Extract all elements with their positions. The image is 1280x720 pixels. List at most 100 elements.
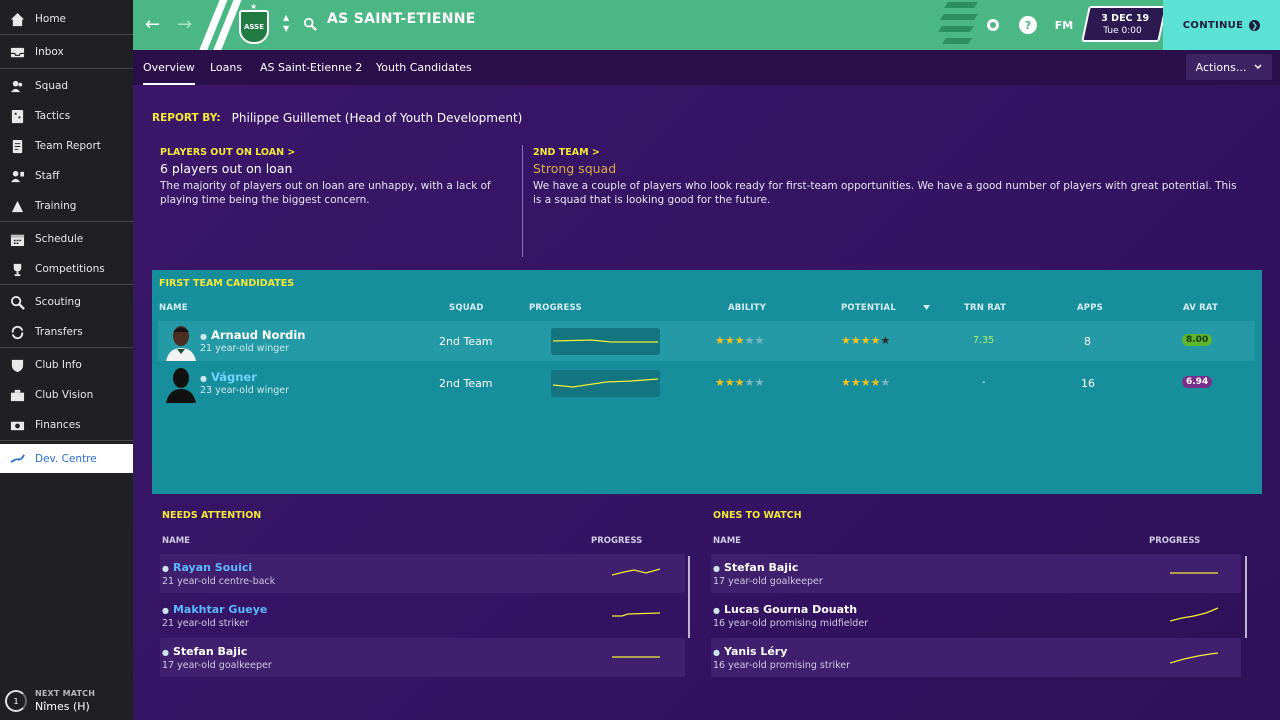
transfer-icon [9, 324, 25, 340]
column-header-apps[interactable]: APPS [1077, 303, 1103, 313]
person-icon: ● [162, 564, 169, 573]
column-header-progress[interactable]: PROGRESS [529, 303, 582, 313]
player-description: 21 year-old centre-back [162, 576, 276, 587]
list-item[interactable]: ● Stefan Bajic 17 year-old goalkeeper [160, 638, 685, 677]
player-description: 17 year-old goalkeeper [162, 660, 272, 671]
table-row[interactable]: ● Vágner 23 year-old winger 2nd Team ★★★★… [158, 363, 1255, 403]
sidebar-item-dev-centre[interactable]: Dev. Centre [0, 444, 133, 473]
sidebar-item-club-info[interactable]: Club Info [0, 351, 133, 379]
column-header-trn-rat[interactable]: TRN RAT [964, 303, 1006, 313]
second-team-link[interactable]: 2ND TEAM > [533, 147, 1245, 158]
player-name[interactable]: ● Yanis Léry [713, 645, 787, 658]
person-icon: ● [200, 332, 207, 341]
club-switch-arrows-icon[interactable]: ▲ ▼ [283, 12, 289, 34]
sidebar-item-squad[interactable]: Squad [0, 72, 133, 100]
player-name[interactable]: ● Stefan Bajic [713, 561, 798, 574]
sidebar-item-finances[interactable]: Finances [0, 411, 133, 439]
sidebar-item-competitions[interactable]: Competitions [0, 255, 133, 283]
search-icon[interactable] [303, 16, 317, 35]
player-name[interactable]: ● Lucas Gourna Douath [713, 603, 857, 616]
player-name[interactable]: ● Arnaud Nordin [200, 328, 305, 342]
manager-profile-icon[interactable] [984, 16, 1002, 34]
player-name[interactable]: ● Rayan Souici [162, 561, 252, 574]
player-name[interactable]: ● Vágner [200, 370, 257, 384]
scrollbar[interactable] [1245, 556, 1247, 638]
second-team-summary: 2ND TEAM > Strong squad We have a couple… [533, 147, 1245, 207]
header-decoration [938, 2, 978, 44]
ones-to-watch-panel: ONES TO WATCH NAME PROGRESS ● Stefan Baji… [711, 510, 1247, 710]
column-header-squad[interactable]: SQUAD [449, 303, 484, 313]
column-header-name[interactable]: NAME [162, 536, 190, 546]
progress-sparkline [1170, 572, 1218, 574]
player-name[interactable]: ● Makhtar Gueye [162, 603, 267, 616]
potential-stars: ★★★★★ [841, 376, 891, 389]
date-label: 3 DEC 19 [1101, 13, 1150, 24]
sidebar-item-label: Tactics [35, 110, 71, 122]
progress-sparkline [612, 612, 661, 617]
ability-stars: ★★★★★ [715, 376, 765, 389]
help-icon[interactable]: ? [1019, 16, 1037, 34]
list-item[interactable]: ● Stefan Bajic 17 year-old goalkeeper [711, 554, 1241, 593]
column-header-progress[interactable]: PROGRESS [1149, 536, 1200, 546]
vision-icon [9, 387, 25, 403]
sidebar-item-team-report[interactable]: Team Report [0, 132, 133, 160]
divider [0, 68, 133, 69]
column-header-potential[interactable]: POTENTIAL [841, 303, 896, 313]
tab-loans[interactable]: Loans [210, 50, 242, 85]
column-header-ability[interactable]: ABILITY [728, 303, 766, 313]
second-team-body: We have a couple of players who look rea… [533, 180, 1237, 206]
sidebar-item-scouting[interactable]: Scouting [0, 288, 133, 316]
sidebar-item-staff[interactable]: Staff [0, 162, 133, 190]
player-description: 16 year-old promising striker [713, 660, 851, 671]
progress-sparkline [1170, 607, 1219, 622]
sidebar-item-schedule[interactable]: Schedule [0, 225, 133, 253]
continue-label: CONTINUE [1182, 19, 1244, 31]
list-item[interactable]: ● Yanis Léry 16 year-old promising strike… [711, 638, 1241, 677]
squad-value: 2nd Team [439, 377, 493, 390]
scrollbar[interactable] [688, 556, 690, 638]
column-header-progress[interactable]: PROGRESS [591, 536, 642, 546]
forward-arrow-icon[interactable]: → [177, 14, 192, 35]
column-header-name[interactable]: NAME [159, 303, 188, 313]
list-item[interactable]: ● Makhtar Gueye 21 year-old striker [160, 596, 685, 635]
column-header-av-rat[interactable]: AV RAT [1183, 303, 1218, 313]
next-match[interactable]: 1 NEXT MATCH Nîmes (H) [0, 682, 133, 720]
actions-button[interactable]: Actions... [1186, 54, 1272, 80]
tab-youth-candidates[interactable]: Youth Candidates [376, 50, 472, 85]
player-description: 23 year-old winger [200, 385, 290, 396]
needs-attention-panel: NEEDS ATTENTION NAME PROGRESS ● Rayan Sou… [160, 510, 690, 710]
sidebar-item-inbox[interactable]: Inbox [0, 38, 133, 66]
sidebar-item-home[interactable]: Home [0, 5, 133, 33]
sidebar-item-club-vision[interactable]: Club Vision [0, 381, 133, 409]
training-icon [9, 198, 25, 214]
calendar-icon [9, 231, 25, 247]
progress-sparkline [551, 328, 660, 355]
fm-menu-button[interactable]: FM [1051, 16, 1077, 34]
average-rating-badge: 6.94 [1182, 376, 1213, 388]
back-arrow-icon[interactable]: ← [145, 14, 160, 35]
list-item[interactable]: ● Lucas Gourna Douath 16 year-old promisi… [711, 596, 1241, 635]
tab-bar: Overview Loans AS Saint-Etienne 2 Youth … [133, 50, 1280, 85]
trophy-icon [9, 261, 25, 277]
loans-link[interactable]: PLAYERS OUT ON LOAN > [160, 147, 500, 158]
potential-stars: ★★★★★ [841, 334, 891, 347]
player-name[interactable]: ● Stefan Bajic [162, 645, 247, 658]
first-team-candidates-panel: FIRST TEAM CANDIDATES NAME SQUAD PROGRES… [152, 270, 1262, 494]
divider [0, 440, 133, 441]
progress-sparkline [612, 656, 660, 658]
tab-as-saint-etienne-2[interactable]: AS Saint-Etienne 2 [260, 50, 362, 85]
list-item[interactable]: ● Rayan Souici 21 year-old centre-back [160, 554, 685, 593]
progress-sparkline [1170, 652, 1219, 664]
report-by: REPORT BY: Philippe Guillemet (Head of Y… [152, 111, 522, 125]
main-content: REPORT BY: Philippe Guillemet (Head of Y… [133, 85, 1280, 720]
sidebar-item-training[interactable]: Training [0, 192, 133, 220]
sidebar-item-tactics[interactable]: Tactics [0, 102, 133, 130]
game-date[interactable]: 3 DEC 19 Tue 0:00 [1081, 6, 1167, 42]
tab-overview[interactable]: Overview [143, 50, 195, 85]
table-row[interactable]: ● Arnaud Nordin 21 year-old winger 2nd Te… [158, 321, 1255, 361]
column-header-name[interactable]: NAME [713, 536, 741, 546]
home-icon [9, 11, 25, 27]
loans-title: 6 players out on loan [160, 161, 293, 176]
sidebar-item-transfers[interactable]: Transfers [0, 318, 133, 346]
continue-button[interactable]: CONTINUE ❯ [1163, 0, 1280, 50]
